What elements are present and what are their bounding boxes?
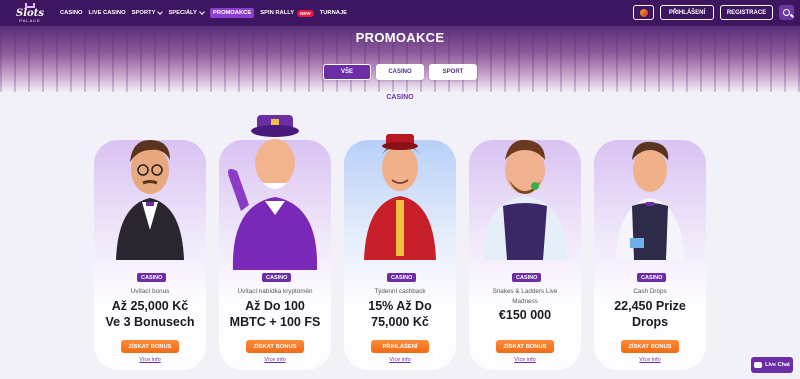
top-navbar: Slots PALACE CASINO LIVE CASINO SPORTY S… [0, 0, 800, 26]
card-title-line2: Ve 3 Bonusech [105, 315, 195, 329]
card-subtitle-line1: Snakes & Ladders Live [492, 288, 558, 295]
card-title-line2: Drops [631, 315, 669, 329]
nav-specialy-label: SPECIÁLY [168, 10, 197, 16]
section-label: CASINO [386, 94, 414, 101]
nav-promoakce[interactable]: PROMOAKCE [209, 8, 255, 18]
logo[interactable]: Slots PALACE [4, 0, 56, 26]
chevron-down-icon [157, 9, 164, 15]
chevron-down-icon [199, 9, 205, 15]
nav-actions: PŘIHLÁŠENÍ REGISTRACE [633, 5, 794, 20]
more-info-link[interactable]: Více info [469, 357, 581, 363]
login-button[interactable]: PŘIHLÁŠENÍ [660, 5, 714, 20]
page-title: PROMOAKCE [355, 30, 445, 45]
search-button[interactable] [779, 5, 794, 20]
more-info-link[interactable]: Více info [344, 357, 456, 363]
more-info-link[interactable]: Více info [594, 357, 706, 363]
nav-spin-rally[interactable]: SPIN RALLY NEW [260, 9, 314, 17]
card-subtitle: Uvítací bonus [130, 288, 170, 295]
live-chat-label: Live Chat [765, 362, 790, 368]
nav-links: CASINO LIVE CASINO SPORTY SPECIÁLY PROMO… [60, 8, 353, 18]
filter-tab-all[interactable]: VŠE [323, 64, 371, 80]
more-info-link[interactable]: Více info [94, 357, 206, 363]
login-button[interactable]: PŘIHLÁŠENÍ [371, 340, 429, 353]
card-title-line1: 15% Až Do [368, 299, 432, 313]
dealer-character-image [594, 110, 706, 270]
card-subtitle: Týdenní cashback [374, 288, 426, 295]
card-title-line1: Až Do 100 [245, 299, 305, 313]
register-button[interactable]: REGISTRACE [720, 5, 773, 20]
card-subtitle: Cash Drops [633, 288, 667, 295]
bellhop-red-character-image [344, 110, 456, 270]
get-bonus-button[interactable]: ZÍSKAT BONUS [246, 340, 304, 353]
card-tag: CASINO [637, 273, 667, 282]
card-title-line1: 22,450 Prize [614, 299, 686, 313]
croupier-character-image [94, 110, 206, 270]
card-title-line1: €150 000 [498, 308, 552, 322]
nav-turnaje[interactable]: TURNAJE [320, 10, 347, 16]
card-subtitle-line2: Madness [512, 298, 538, 305]
card-subtitle: Uvítací nabídka kryptoměn [237, 288, 313, 295]
get-bonus-button[interactable]: ZÍSKAT BONUS [496, 340, 554, 353]
get-bonus-button[interactable]: ZÍSKAT BONUS [621, 340, 679, 353]
card-tag: CASINO [387, 273, 417, 282]
nav-sporty-label: SPORTY [131, 10, 156, 16]
card-tag: CASINO [512, 273, 542, 282]
filter-tab-sport[interactable]: SPORT [429, 64, 477, 80]
more-info-link[interactable]: Více info [219, 357, 331, 363]
live-chat-button[interactable]: Live Chat [751, 357, 793, 373]
bellboy-purple-character-image [219, 105, 331, 270]
nav-spin-rally-label: SPIN RALLY [260, 10, 295, 16]
filter-tabs: VŠE CASINO SPORT [323, 64, 477, 80]
new-badge: NEW [297, 9, 314, 17]
card-title-line2: MBTC + 100 FS [229, 315, 321, 329]
language-button[interactable] [633, 5, 654, 20]
logo-subtext: PALACE [19, 18, 41, 23]
chat-bubble-icon [754, 362, 763, 368]
flag-icon [639, 8, 648, 17]
card-tag: CASINO [262, 273, 292, 282]
nav-specialy[interactable]: SPECIÁLY [168, 9, 205, 16]
card-title-line1: Až 25,000 Kč [111, 299, 189, 313]
search-icon [783, 9, 790, 16]
nav-casino[interactable]: CASINO [60, 10, 83, 16]
logo-text: Slots [16, 8, 44, 19]
card-title-line2: 75,000 Kč [371, 315, 429, 329]
nav-live-casino[interactable]: LIVE CASINO [89, 10, 126, 16]
card-tag: CASINO [137, 273, 167, 282]
nav-sporty[interactable]: SPORTY [131, 9, 164, 16]
get-bonus-button[interactable]: ZÍSKAT BONUS [121, 340, 179, 353]
filter-tab-casino[interactable]: CASINO [376, 64, 424, 80]
bartender-character-image [469, 110, 581, 270]
